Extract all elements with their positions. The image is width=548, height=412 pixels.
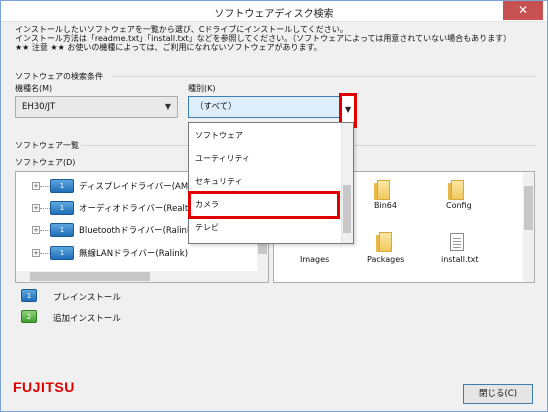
scroll-thumb[interactable] (30, 272, 150, 281)
preinstall-icon: 1 (50, 246, 74, 260)
tree-connector (40, 186, 50, 187)
expand-icon[interactable]: + (32, 204, 40, 212)
preinstall-icon: 1 (50, 179, 74, 193)
window-title: ソフトウェアディスク検索 (214, 9, 334, 20)
instruction-line-3: ★★ 注意 ★★ お使いの機種によっては、ご利用になれないソフトウェアがあります… (15, 43, 322, 52)
tree-connector (40, 230, 50, 231)
tree-item-label: ディスプレイドライバー(AMD) (79, 182, 199, 192)
additional-install-legend-label: 追加インストール (53, 314, 121, 324)
category-option[interactable]: ユーティリティ (189, 148, 339, 170)
list-group-label: ソフトウェア一覧 (15, 141, 79, 150)
tree-connector (40, 253, 50, 254)
category-select[interactable]: （すべて） (188, 96, 354, 118)
preinstall-legend-label: プレインストール (53, 293, 121, 303)
chevron-down-icon: ▼ (164, 102, 171, 111)
model-label: 機種名(M) (15, 84, 53, 93)
search-group-divider (111, 76, 537, 77)
dropdown-scrollbar[interactable] (341, 123, 353, 243)
chevron-down-icon: ▼ (345, 105, 352, 114)
expand-icon[interactable]: + (32, 182, 40, 190)
tree-connector (40, 208, 50, 209)
file-label: Bin64 (374, 201, 397, 210)
category-select-value: （すべて） (195, 102, 237, 112)
expand-icon[interactable]: + (32, 226, 40, 234)
tree-item[interactable]: + 1 無線LANドライバー(Ralink) (16, 243, 256, 263)
file-vertical-scrollbar[interactable] (523, 172, 534, 282)
file-label: Packages (367, 255, 405, 264)
category-option[interactable]: ソフトウェア (189, 125, 339, 147)
highlight-box (188, 191, 340, 219)
title-bar: ソフトウェアディスク検索 ✕ (1, 1, 547, 22)
software-disk-search-window: ソフトウェアディスク検索 ✕ インストールしたいソフトウェアを一覧から選び、Cド… (0, 0, 548, 412)
fujitsu-logo: FUJITSU (13, 379, 75, 395)
category-option[interactable]: テレビ (189, 217, 339, 239)
file-label: install.txt (441, 255, 479, 264)
instruction-line-1: インストールしたいソフトウェアを一覧から選び、Cドライブにインストールしてくださ… (15, 25, 348, 34)
category-label: 種別(K) (188, 84, 216, 93)
tree-item-label: 無線LANドライバー(Ralink) (79, 249, 189, 259)
category-option[interactable]: セキュリティ (189, 171, 339, 193)
category-dropdown-list[interactable]: ソフトウェア ユーティリティ セキュリティ カメラ テレビ (188, 122, 354, 244)
preinstall-icon: 1 (50, 201, 74, 215)
folder-icon[interactable] (448, 180, 464, 200)
additional-install-legend-icon: 2 (21, 310, 37, 323)
scroll-thumb[interactable] (524, 186, 533, 230)
scroll-thumb[interactable] (343, 185, 351, 233)
tree-item-label: オーディオドライバー(Realtek) (79, 204, 202, 214)
instructions: インストールしたいソフトウェアを一覧から選び、Cドライブにインストールしてくださ… (15, 25, 511, 52)
preinstall-legend-icon: 1 (21, 289, 37, 302)
window-close-button[interactable]: ✕ (503, 1, 543, 20)
instruction-line-2: インストール方法は「readme.txt」「install.txt」などを参照し… (15, 34, 512, 43)
software-label: ソフトウェア(D) (15, 158, 76, 167)
text-file-icon[interactable] (450, 233, 464, 251)
tree-horizontal-scrollbar[interactable] (16, 271, 257, 282)
tree-item-label: Bluetoothドライバー(Ralink) (79, 226, 196, 236)
model-select-value: EH30/JT (22, 102, 56, 112)
file-label: Images (300, 255, 330, 264)
close-button[interactable]: 閉じる(C) (463, 384, 533, 404)
preinstall-icon: 1 (50, 223, 74, 237)
file-label: Config (446, 201, 472, 210)
model-select[interactable]: EH30/JT ▼ (15, 96, 178, 118)
folder-icon[interactable] (374, 180, 390, 200)
search-group-label: ソフトウェアの検索条件 (15, 72, 103, 81)
expand-icon[interactable]: + (32, 249, 40, 257)
folder-icon[interactable] (376, 232, 392, 252)
